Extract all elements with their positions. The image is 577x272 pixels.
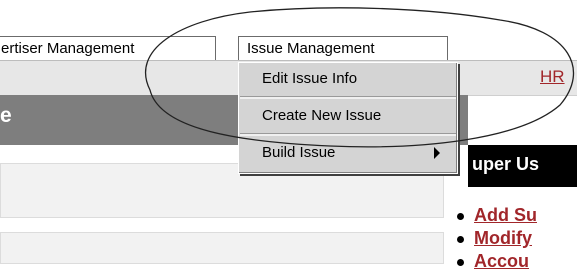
menu-item-label: Edit Issue Info [262, 70, 358, 87]
section-header-title: e [0, 104, 12, 127]
menu-item-label: Create New Issue [262, 107, 382, 124]
tab-advertiser-management[interactable]: ertiser Management [0, 36, 216, 61]
menu-item-label: Build Issue [262, 144, 336, 161]
add-user-link[interactable]: Add Su [457, 205, 537, 226]
top-strip [0, 0, 577, 34]
menu-item-create-new-issue[interactable]: Create New Issue [240, 102, 450, 129]
menu-separator [240, 96, 456, 99]
menu-item-edit-issue-info[interactable]: Edit Issue Info [240, 65, 450, 92]
hr-link[interactable]: HR [540, 67, 565, 87]
issue-management-menu: Edit Issue Info Create New Issue Build I… [238, 62, 458, 174]
menu-item-build-issue[interactable]: Build Issue [240, 139, 450, 166]
account-link[interactable]: Accou [456, 251, 529, 272]
content-box [0, 232, 444, 264]
tab-issue-management-label: Issue Management [247, 40, 375, 57]
menu-separator [240, 133, 456, 136]
submenu-arrow-icon [434, 147, 440, 159]
modify-link[interactable]: Modify [457, 228, 532, 249]
tab-advertiser-management-label: ertiser Management [1, 40, 135, 57]
super-user-title: uper Us [472, 154, 540, 174]
tab-issue-management[interactable]: Issue Management [238, 36, 448, 61]
